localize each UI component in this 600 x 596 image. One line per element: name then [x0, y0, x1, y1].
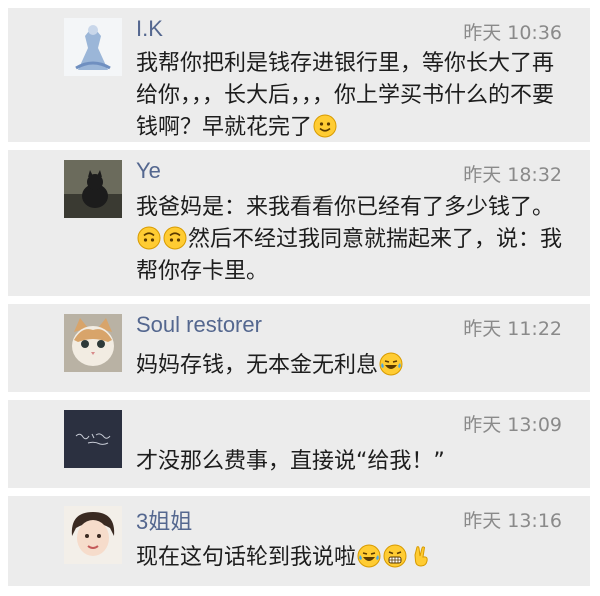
comment-card: Soul restorer 昨天 11:22 妈妈存钱，无本金无利息: [8, 304, 590, 392]
timestamp: 昨天 11:22: [463, 318, 562, 340]
username[interactable]: 3姐姐: [136, 504, 192, 536]
username[interactable]: I.K: [136, 16, 163, 42]
avatar[interactable]: [64, 410, 122, 468]
avatar[interactable]: [64, 506, 122, 564]
smiling-face-icon: [313, 114, 337, 138]
username[interactable]: Soul restorer: [136, 312, 262, 338]
comment-card: 昨天 13:09 才没那么费事，直接说“给我！”: [8, 400, 590, 488]
comment-text: 妈妈存钱，无本金无利息: [136, 350, 574, 382]
comment-text-content: 我帮你把利是钱存进银行里，等你长大了再给你，，，长大后，，，你上学买书什么的不要…: [136, 51, 555, 140]
upside-down-face-icon: [137, 226, 161, 250]
comment-text-content: 才没那么费事，直接说“给我！”: [136, 449, 445, 474]
comment-card: 3姐姐 昨天 13:16 现在这句话轮到我说啦: [8, 496, 590, 586]
crying-laughing-face-icon: [357, 544, 381, 568]
timestamp: 昨天 13:16: [463, 510, 562, 532]
crying-laughing-face-icon: [379, 352, 403, 376]
comment-text: 才没那么费事，直接说“给我！”: [136, 446, 574, 478]
comment-text-content: 然后不经过我同意就揣起来了，说：我帮你存卡里。: [136, 227, 563, 284]
comment-feed: I.K 昨天 10:36 我帮你把利是钱存进银行里，等你长大了再给你，，，长大后…: [0, 0, 600, 596]
comment-text-content: 妈妈存钱，无本金无利息: [136, 353, 379, 378]
timestamp: 昨天 18:32: [463, 164, 562, 186]
timestamp: 昨天 10:36: [463, 22, 562, 44]
comment-card: I.K 昨天 10:36 我帮你把利是钱存进银行里，等你长大了再给你，，，长大后…: [8, 8, 590, 142]
comment-card: Ye 昨天 18:32 我爸妈是：来我看看你已经有了多少钱了。 然后不经过我同意…: [8, 150, 590, 296]
victory-hand-icon: [409, 544, 433, 568]
comment-text: 现在这句话轮到我说啦: [136, 542, 574, 574]
comment-text-content: 我爸妈是：来我看看你已经有了多少钱了。: [136, 195, 555, 220]
comment-text-content: 现在这句话轮到我说啦: [136, 545, 357, 570]
comment-text: 我爸妈是：来我看看你已经有了多少钱了。 然后不经过我同意就揣起来了，说：我帮你存…: [136, 192, 574, 288]
timestamp: 昨天 13:09: [463, 414, 562, 436]
grinning-face-icon: [383, 544, 407, 568]
username[interactable]: Ye: [136, 158, 161, 184]
avatar[interactable]: [64, 314, 122, 372]
avatar[interactable]: [64, 18, 122, 76]
avatar[interactable]: [64, 160, 122, 218]
comment-text: 我帮你把利是钱存进银行里，等你长大了再给你，，，长大后，，，你上学买书什么的不要…: [136, 48, 574, 144]
upside-down-face-icon: [163, 226, 187, 250]
